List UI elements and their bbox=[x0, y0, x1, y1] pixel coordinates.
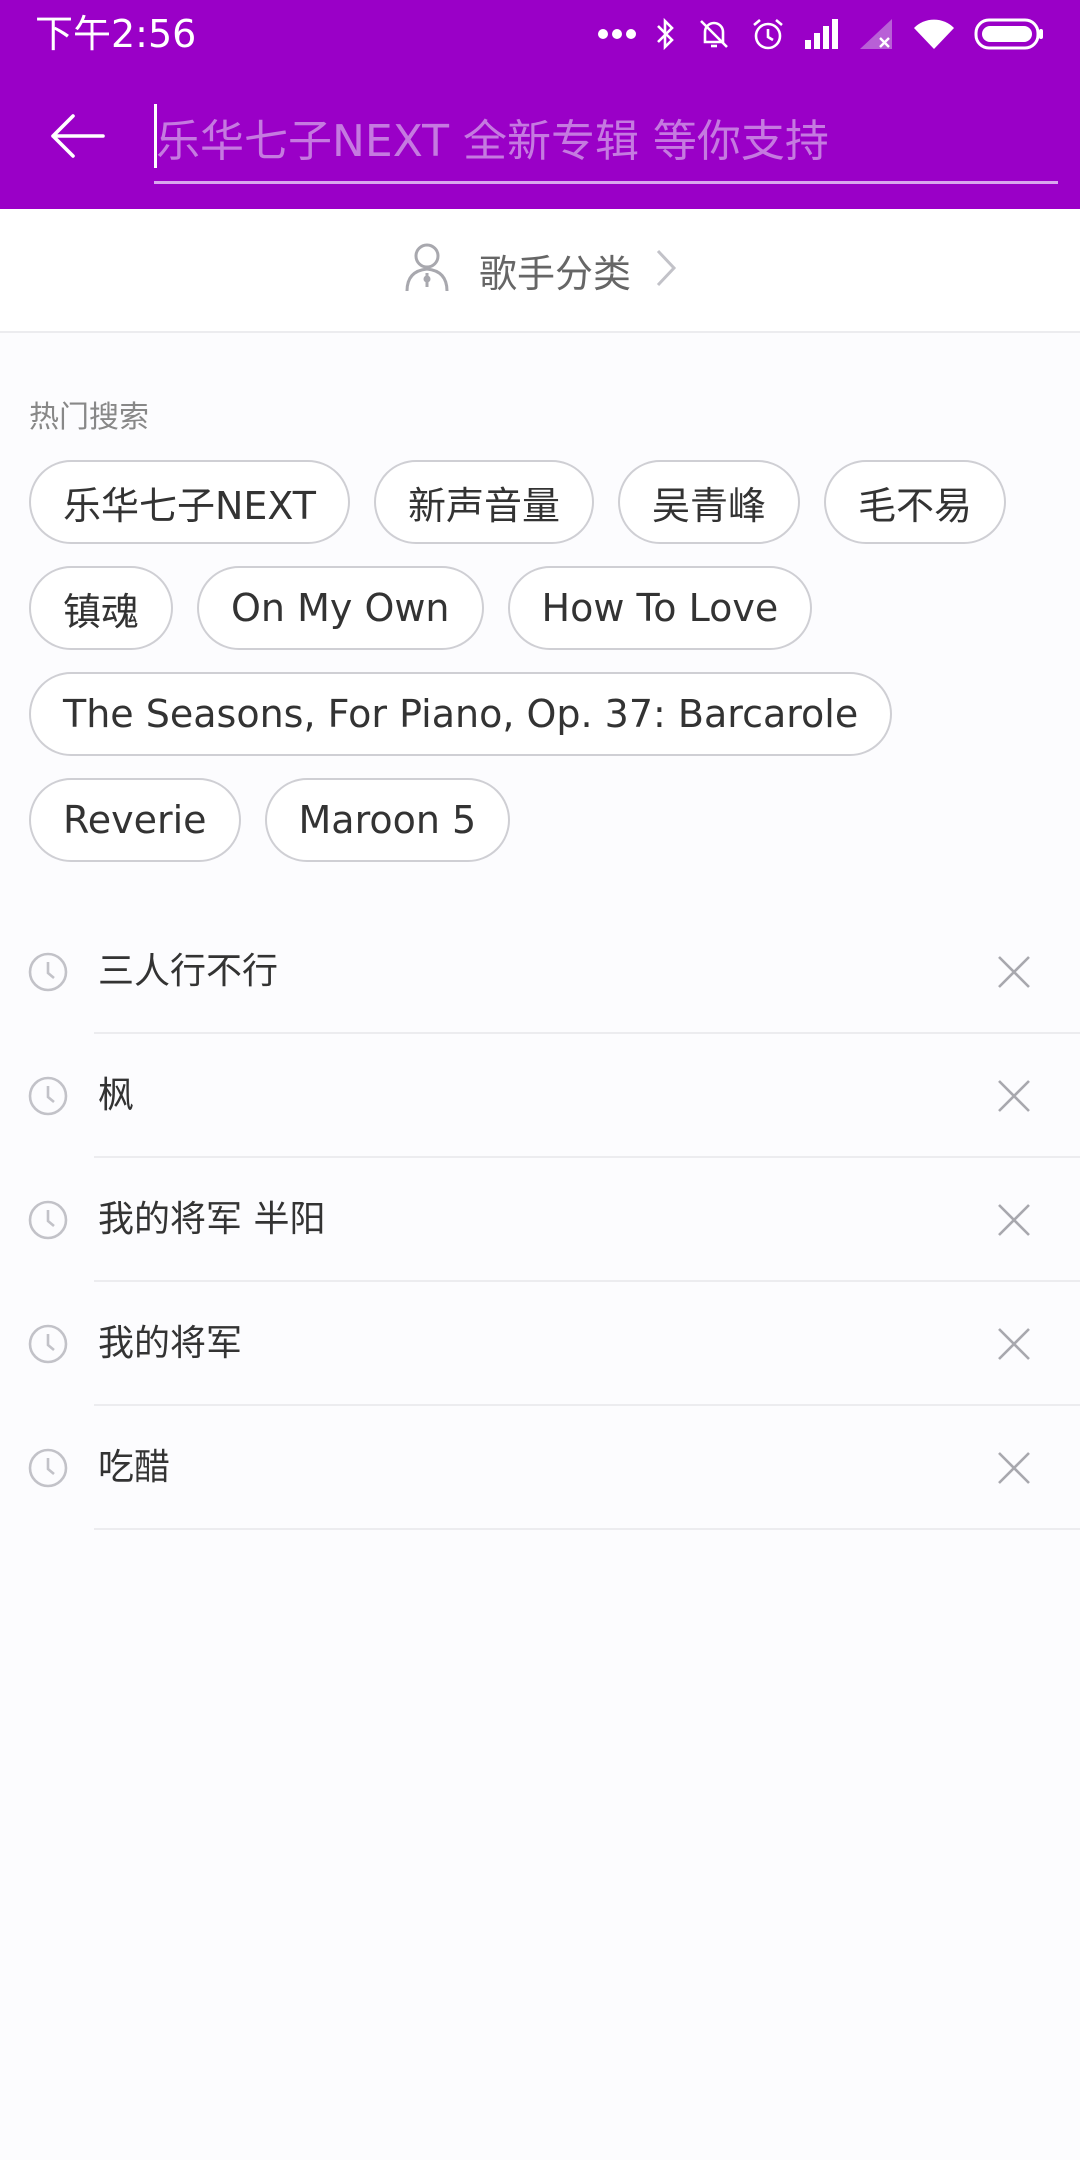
delete-history-button[interactable] bbox=[988, 946, 1040, 998]
hot-search-tag[interactable]: On My Own bbox=[197, 566, 484, 650]
wifi-icon bbox=[912, 17, 956, 51]
hot-search-tag[interactable]: Maroon 5 bbox=[264, 778, 511, 862]
search-field[interactable] bbox=[154, 104, 1058, 184]
close-icon bbox=[998, 1204, 1030, 1236]
bluetooth-icon bbox=[654, 16, 678, 52]
hot-search-tag[interactable]: The Seasons, For Piano, Op. 37: Barcarol… bbox=[29, 672, 893, 756]
text-cursor bbox=[154, 104, 157, 168]
history-item[interactable]: 枫 bbox=[0, 1034, 1080, 1158]
signal-icon bbox=[804, 18, 840, 50]
clock-icon bbox=[28, 1448, 68, 1492]
clock-icon bbox=[28, 1324, 68, 1368]
more-dots-icon bbox=[598, 28, 636, 40]
history-item-label: 枫 bbox=[98, 1075, 135, 1116]
hot-search-tag[interactable]: How To Love bbox=[507, 566, 813, 650]
alarm-icon bbox=[750, 16, 786, 52]
signal-none-icon bbox=[858, 18, 894, 50]
status-bar: 下午2:56 bbox=[0, 0, 1080, 68]
battery-icon bbox=[974, 18, 1044, 50]
divider bbox=[94, 1528, 1080, 1530]
notifications-off-icon bbox=[696, 16, 732, 52]
hot-search-tag[interactable]: 吴青峰 bbox=[618, 460, 801, 544]
clock-icon bbox=[28, 1076, 68, 1120]
back-button[interactable] bbox=[34, 102, 120, 174]
history-item-label: 吃醋 bbox=[98, 1447, 171, 1488]
hot-search-tag[interactable]: 新声音量 bbox=[374, 460, 595, 544]
history-item[interactable]: 吃醋 bbox=[0, 1406, 1080, 1530]
delete-history-button[interactable] bbox=[988, 1318, 1040, 1370]
hot-search-tag[interactable]: Reverie bbox=[29, 778, 241, 862]
hot-search-tag[interactable]: 镇魂 bbox=[29, 566, 174, 650]
close-icon bbox=[998, 956, 1030, 988]
app-header: 下午2:56 bbox=[0, 0, 1080, 209]
search-history-list: 三人行不行 枫 我的将军 半阳 我的将军 吃醋 bbox=[0, 910, 1080, 1530]
close-icon bbox=[998, 1328, 1030, 1360]
history-item-label: 我的将军 半阳 bbox=[98, 1199, 326, 1240]
history-item[interactable]: 三人行不行 bbox=[0, 910, 1080, 1034]
singer-category-link[interactable]: 歌手分类 bbox=[0, 209, 1080, 333]
chevron-right-icon bbox=[655, 248, 677, 292]
status-icons bbox=[598, 12, 1044, 56]
person-icon bbox=[403, 241, 451, 299]
close-icon bbox=[998, 1452, 1030, 1484]
delete-history-button[interactable] bbox=[988, 1194, 1040, 1246]
clock-icon bbox=[28, 1200, 68, 1244]
arrow-left-icon bbox=[47, 112, 107, 164]
clock-icon bbox=[28, 952, 68, 996]
delete-history-button[interactable] bbox=[988, 1070, 1040, 1122]
delete-history-button[interactable] bbox=[988, 1442, 1040, 1494]
status-time: 下午2:56 bbox=[35, 12, 197, 56]
history-item-label: 我的将军 bbox=[98, 1323, 243, 1364]
singer-category-label: 歌手分类 bbox=[478, 251, 631, 296]
search-input[interactable] bbox=[154, 104, 1058, 178]
history-item-label: 三人行不行 bbox=[98, 951, 279, 992]
history-item[interactable]: 我的将军 bbox=[0, 1282, 1080, 1406]
history-item[interactable]: 我的将军 半阳 bbox=[0, 1158, 1080, 1282]
close-icon bbox=[998, 1080, 1030, 1112]
hot-search-title: 热门搜索 bbox=[29, 400, 149, 435]
hot-search-tag[interactable]: 毛不易 bbox=[824, 460, 1007, 544]
hot-search-tag[interactable]: 乐华七子NEXT bbox=[29, 460, 351, 544]
hot-search-tags: 乐华七子NEXT 新声音量 吴青峰 毛不易 镇魂 On My Own How T… bbox=[29, 460, 1059, 862]
